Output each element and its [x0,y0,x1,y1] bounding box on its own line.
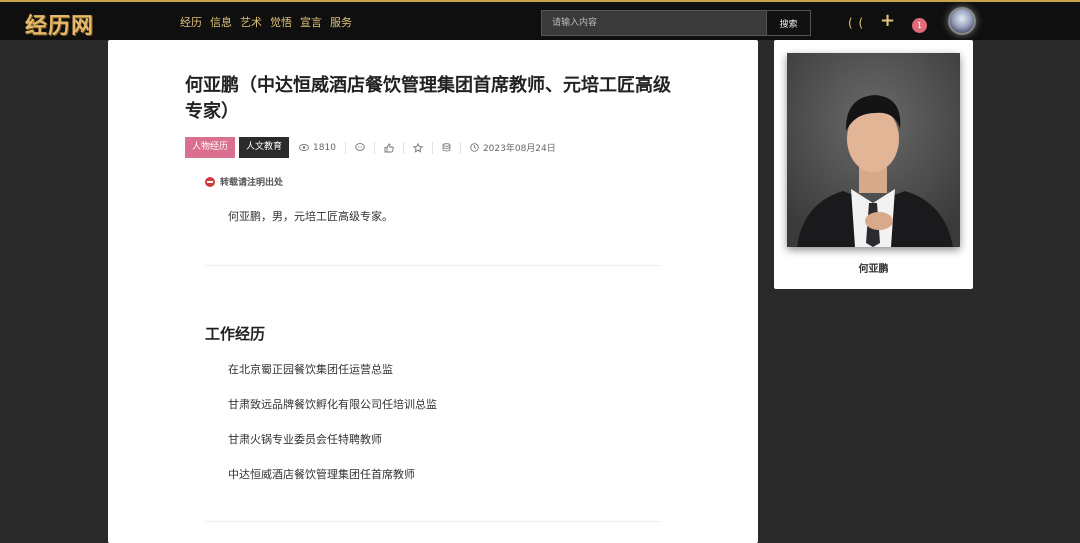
nav-item-yishu[interactable]: 艺术 [240,14,262,30]
site-logo[interactable]: 经历网 [25,8,94,40]
nav-item-jingli[interactable]: 经历 [180,14,202,30]
article-meta: 人物经历 人文教育 1810 2023年08月24日 [185,137,565,158]
list-item: 甘肃致远品牌餐饮孵化有限公司任培训总监 [228,398,437,411]
tag-renwen-jiaoyu[interactable]: 人文教育 [239,137,290,158]
nav-item-fuwu[interactable]: 服务 [330,14,352,30]
profile-name: 何亚鹏 [858,264,889,275]
list-item: 中达恒威酒店餐饮管理集团任首席教师 [228,468,415,481]
collection-action[interactable] [431,141,460,154]
section-title-work: 工作经历 [205,325,266,343]
article-title: 何亚鹏（中达恒威酒店餐饮管理集团首席教师、元培工匠高级专家） [185,75,671,122]
database-icon [442,143,451,152]
article-card: 何亚鹏（中达恒威酒店餐饮管理集团首席教师、元培工匠高级专家） 人物经历 人文教育… [108,40,758,543]
plus-icon[interactable]: + [880,10,895,31]
search-input[interactable] [542,11,766,35]
views-value: 1810 [313,142,336,153]
nav-item-juewu[interactable]: 觉悟 [270,14,292,30]
list-item: 甘肃火锅专业委员会任特聘教师 [228,433,382,446]
eye-icon [299,144,309,151]
nav-item-xuanyan[interactable]: 宣言 [300,14,322,30]
search-bar: 搜索 [541,10,811,36]
list-item: 在北京蜀正园餐饮集团任运营总监 [228,363,393,376]
main-nav: 经历 信息 艺术 觉悟 宣言 服务 [180,14,352,30]
user-avatar[interactable] [948,7,976,35]
content-divider [205,521,661,522]
favorite-action[interactable] [402,141,432,154]
publish-date: 2023年08月24日 [459,141,565,154]
content-divider [205,265,661,266]
no-entry-icon [205,176,215,187]
top-navbar: 经历网 经历 信息 艺术 觉悟 宣言 服务 搜索 ( ( + 1 [0,0,1080,40]
date-value: 2023年08月24日 [482,144,556,154]
search-button[interactable]: 搜索 [766,11,810,35]
views-count: 1810 [293,142,345,154]
copyright-notice: 转载请注明出处 [205,175,283,188]
comment-action[interactable] [344,141,374,154]
thumbs-up-icon [384,143,394,152]
profile-card: 何亚鹏 [774,40,973,289]
notice-text: 转载请注明出处 [220,178,284,188]
like-action[interactable] [373,141,403,154]
nav-item-xinxi[interactable]: 信息 [210,14,232,30]
tag-renwu-jingli[interactable]: 人物经历 [185,137,236,158]
menu-toggle-icon[interactable]: ( ( [848,16,864,30]
notification-badge[interactable]: 1 [912,18,927,33]
comment-icon [355,143,365,151]
article-intro: 何亚鹏，男，元培工匠高级专家。 [228,210,393,223]
clock-icon [470,143,479,152]
star-icon [412,142,423,153]
profile-photo [787,53,960,247]
